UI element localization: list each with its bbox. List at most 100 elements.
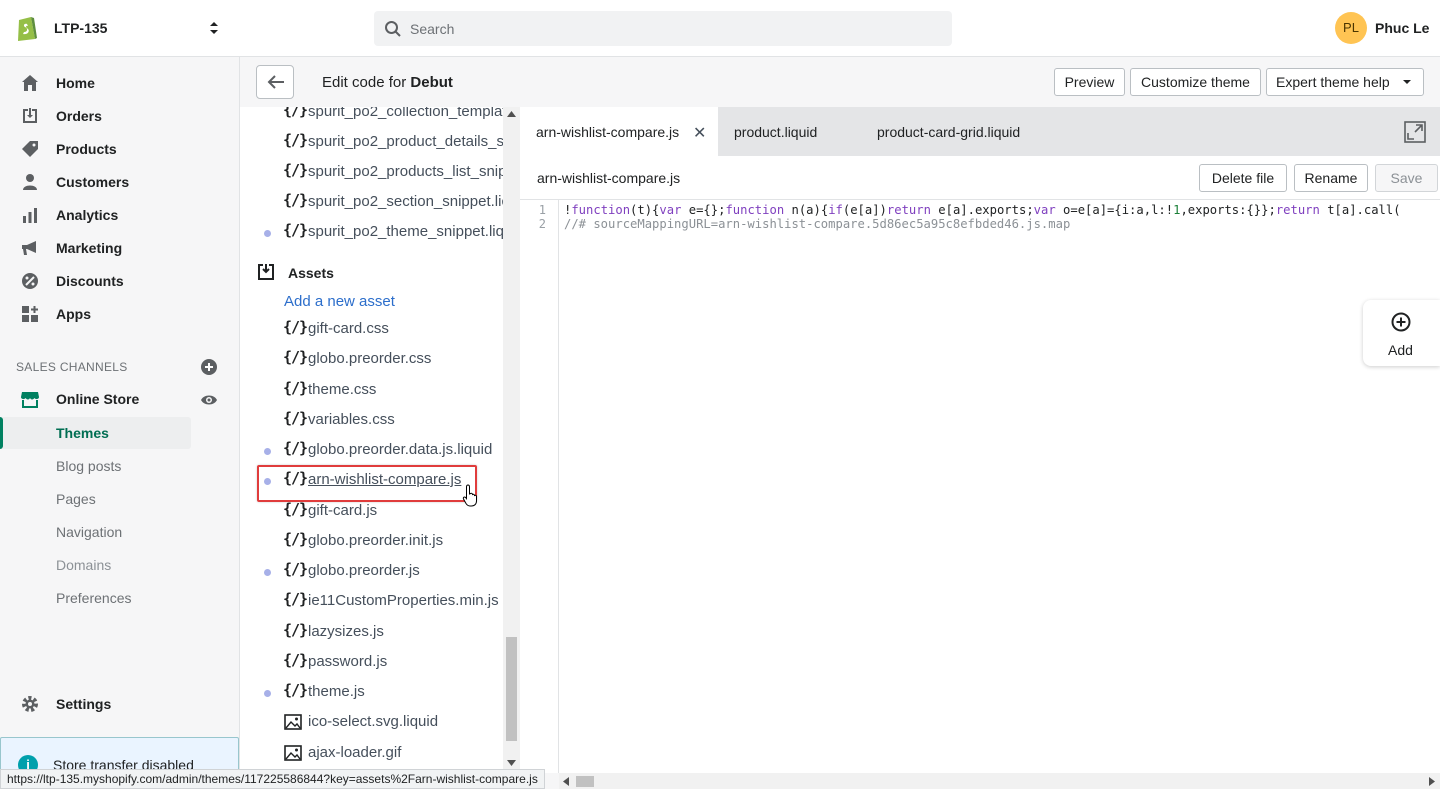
file-item[interactable]: {/} globo.preorder.init.js <box>240 527 502 557</box>
preview-button[interactable]: Preview <box>1054 68 1125 96</box>
file-tree-scrollbar[interactable] <box>503 107 520 773</box>
sidebar-item-domains[interactable]: Domains <box>0 549 191 581</box>
plus-circle-icon <box>1391 312 1411 332</box>
code-file-icon: {/} <box>283 161 308 179</box>
file-item[interactable]: {/} theme.css <box>240 376 502 406</box>
top-bar: LTP-135 Search PL Phuc Le <box>0 0 1440 57</box>
expand-editor-icon[interactable] <box>1404 121 1426 143</box>
file-item[interactable]: {/} spurit_po2_theme_snippet.liq <box>240 218 504 248</box>
file-item[interactable]: ico-select.svg.liquid <box>240 708 502 738</box>
add-new-asset-link[interactable]: Add a new asset <box>284 293 395 310</box>
back-button[interactable] <box>256 65 294 99</box>
file-name: globo.preorder.css <box>308 350 432 367</box>
code-file-icon: {/} <box>283 107 308 119</box>
scroll-up-arrow-icon[interactable] <box>507 111 516 117</box>
code-horizontal-scrollbar[interactable] <box>559 773 1440 789</box>
file-item[interactable]: {/} globo.preorder.js <box>240 557 502 587</box>
file-name: theme.js <box>308 683 365 700</box>
status-bar-url: https://ltp-135.myshopify.com/admin/them… <box>0 769 545 789</box>
eye-icon[interactable] <box>200 391 218 409</box>
sidebar-item-blog-posts[interactable]: Blog posts <box>0 450 191 482</box>
file-item[interactable]: {/} globo.preorder.css <box>240 345 502 375</box>
sidebar: Home Orders Products Customers Analytics… <box>0 57 240 789</box>
sidebar-item-settings[interactable]: Settings <box>0 688 240 721</box>
tab-arn-wishlist-compare[interactable]: arn-wishlist-compare.js ✕ <box>520 107 718 156</box>
sidebar-item-discounts[interactable]: Discounts <box>0 265 240 298</box>
megaphone-icon <box>22 241 36 255</box>
delete-file-button[interactable]: Delete file <box>1199 164 1287 192</box>
customize-theme-button[interactable]: Customize theme <box>1130 68 1261 96</box>
sidebar-item-marketing[interactable]: Marketing <box>0 232 240 265</box>
shopify-logo-icon[interactable] <box>15 14 39 42</box>
search-icon <box>385 21 401 37</box>
expert-theme-help-button[interactable]: Expert theme help <box>1266 68 1424 96</box>
assets-folder-heading[interactable]: Assets <box>256 261 496 283</box>
sidebar-item-label: Pages <box>56 491 96 507</box>
file-name: password.js <box>308 653 388 670</box>
code-file-icon: {/} <box>283 379 308 397</box>
scroll-left-arrow-icon[interactable] <box>563 777 569 786</box>
store-switcher-icon[interactable] <box>206 18 222 38</box>
store-name[interactable]: LTP-135 <box>54 20 107 36</box>
modified-dot <box>264 569 271 576</box>
sidebar-item-label: Navigation <box>56 524 123 540</box>
file-item[interactable]: {/} gift-card.css <box>240 315 502 345</box>
file-item[interactable]: {/} lazysizes.js <box>240 618 502 648</box>
user-name[interactable]: Phuc Le <box>1375 20 1429 36</box>
code-editor[interactable]: 1 2 !function(t){var e={};function n(a){… <box>520 200 1440 773</box>
code-file-icon: {/} <box>283 560 308 578</box>
code-line-1[interactable]: !function(t){var e={};function n(a){if(e… <box>564 203 1401 217</box>
sidebar-item-analytics[interactable]: Analytics <box>0 199 240 232</box>
tab-label: product-card-grid.liquid <box>877 124 1021 140</box>
scroll-right-arrow-icon[interactable] <box>1429 777 1435 786</box>
sidebar-item-home[interactable]: Home <box>0 67 240 100</box>
store-icon <box>21 392 39 408</box>
sidebar-item-orders[interactable]: Orders <box>0 100 240 133</box>
rename-button[interactable]: Rename <box>1294 164 1368 192</box>
sidebar-item-pages[interactable]: Pages <box>0 483 191 515</box>
person-icon <box>23 174 37 190</box>
scrollbar-thumb[interactable] <box>506 637 517 741</box>
cursor-pointer-icon <box>462 484 477 507</box>
file-item[interactable]: {/} variables.css <box>240 406 502 436</box>
file-name: lazysizes.js <box>308 623 384 640</box>
file-item[interactable]: {/} theme.js <box>240 678 502 708</box>
file-name: ico-select.svg.liquid <box>308 713 439 730</box>
code-line-2[interactable]: //# sourceMappingURL=arn-wishlist-compar… <box>564 217 1070 231</box>
sidebar-item-label: Preferences <box>56 590 132 606</box>
add-sales-channel-icon[interactable] <box>200 358 218 376</box>
scrollbar-thumb[interactable] <box>576 776 594 787</box>
close-tab-icon[interactable]: ✕ <box>693 123 706 143</box>
add-panel[interactable]: Add <box>1363 300 1440 366</box>
add-label: Add <box>1388 342 1413 358</box>
sidebar-item-customers[interactable]: Customers <box>0 166 240 199</box>
file-item[interactable]: {/} spurit_po2_products_list_snip <box>240 158 506 188</box>
sidebar-item-label: Customers <box>56 174 130 190</box>
file-item[interactable]: {/} globo.preorder.data.js.liquid <box>240 436 502 466</box>
sidebar-item-themes[interactable]: Themes <box>0 417 191 449</box>
search-bar[interactable]: Search <box>374 11 952 46</box>
sidebar-item-navigation[interactable]: Navigation <box>0 516 191 548</box>
scroll-down-arrow-icon[interactable] <box>507 760 516 766</box>
file-item[interactable]: {/} spurit_po2_product_details_sn <box>240 128 512 158</box>
file-item[interactable]: {/} spurit_po2_section_snippet.lic <box>240 188 509 218</box>
code-file-icon: {/} <box>283 348 308 366</box>
code-file-icon: {/} <box>283 131 308 149</box>
file-name: globo.preorder.data.js.liquid <box>308 441 493 458</box>
sidebar-item-label: Products <box>56 141 117 157</box>
tab-product-card-grid[interactable]: product-card-grid.liquid <box>860 107 1060 156</box>
file-name: globo.preorder.js <box>308 562 420 579</box>
file-item[interactable]: ajax-loader.gif <box>240 739 502 769</box>
sidebar-item-apps[interactable]: Apps <box>0 298 240 331</box>
sidebar-item-label: Themes <box>56 425 109 441</box>
sidebar-item-products[interactable]: Products <box>0 133 240 166</box>
tab-product-liquid[interactable]: product.liquid <box>718 107 858 156</box>
file-item[interactable]: {/} ie11CustomProperties.min.js <box>240 587 502 617</box>
sidebar-item-preferences[interactable]: Preferences <box>0 582 191 614</box>
file-name: spurit_po2_products_list_snip <box>308 163 507 180</box>
avatar[interactable]: PL <box>1335 12 1367 44</box>
save-button[interactable]: Save <box>1375 164 1438 192</box>
file-item[interactable]: {/} password.js <box>240 648 502 678</box>
file-item[interactable]: {/} spurit_po2_collection_templat <box>240 107 506 128</box>
file-name: ie11CustomProperties.min.js <box>308 592 499 609</box>
